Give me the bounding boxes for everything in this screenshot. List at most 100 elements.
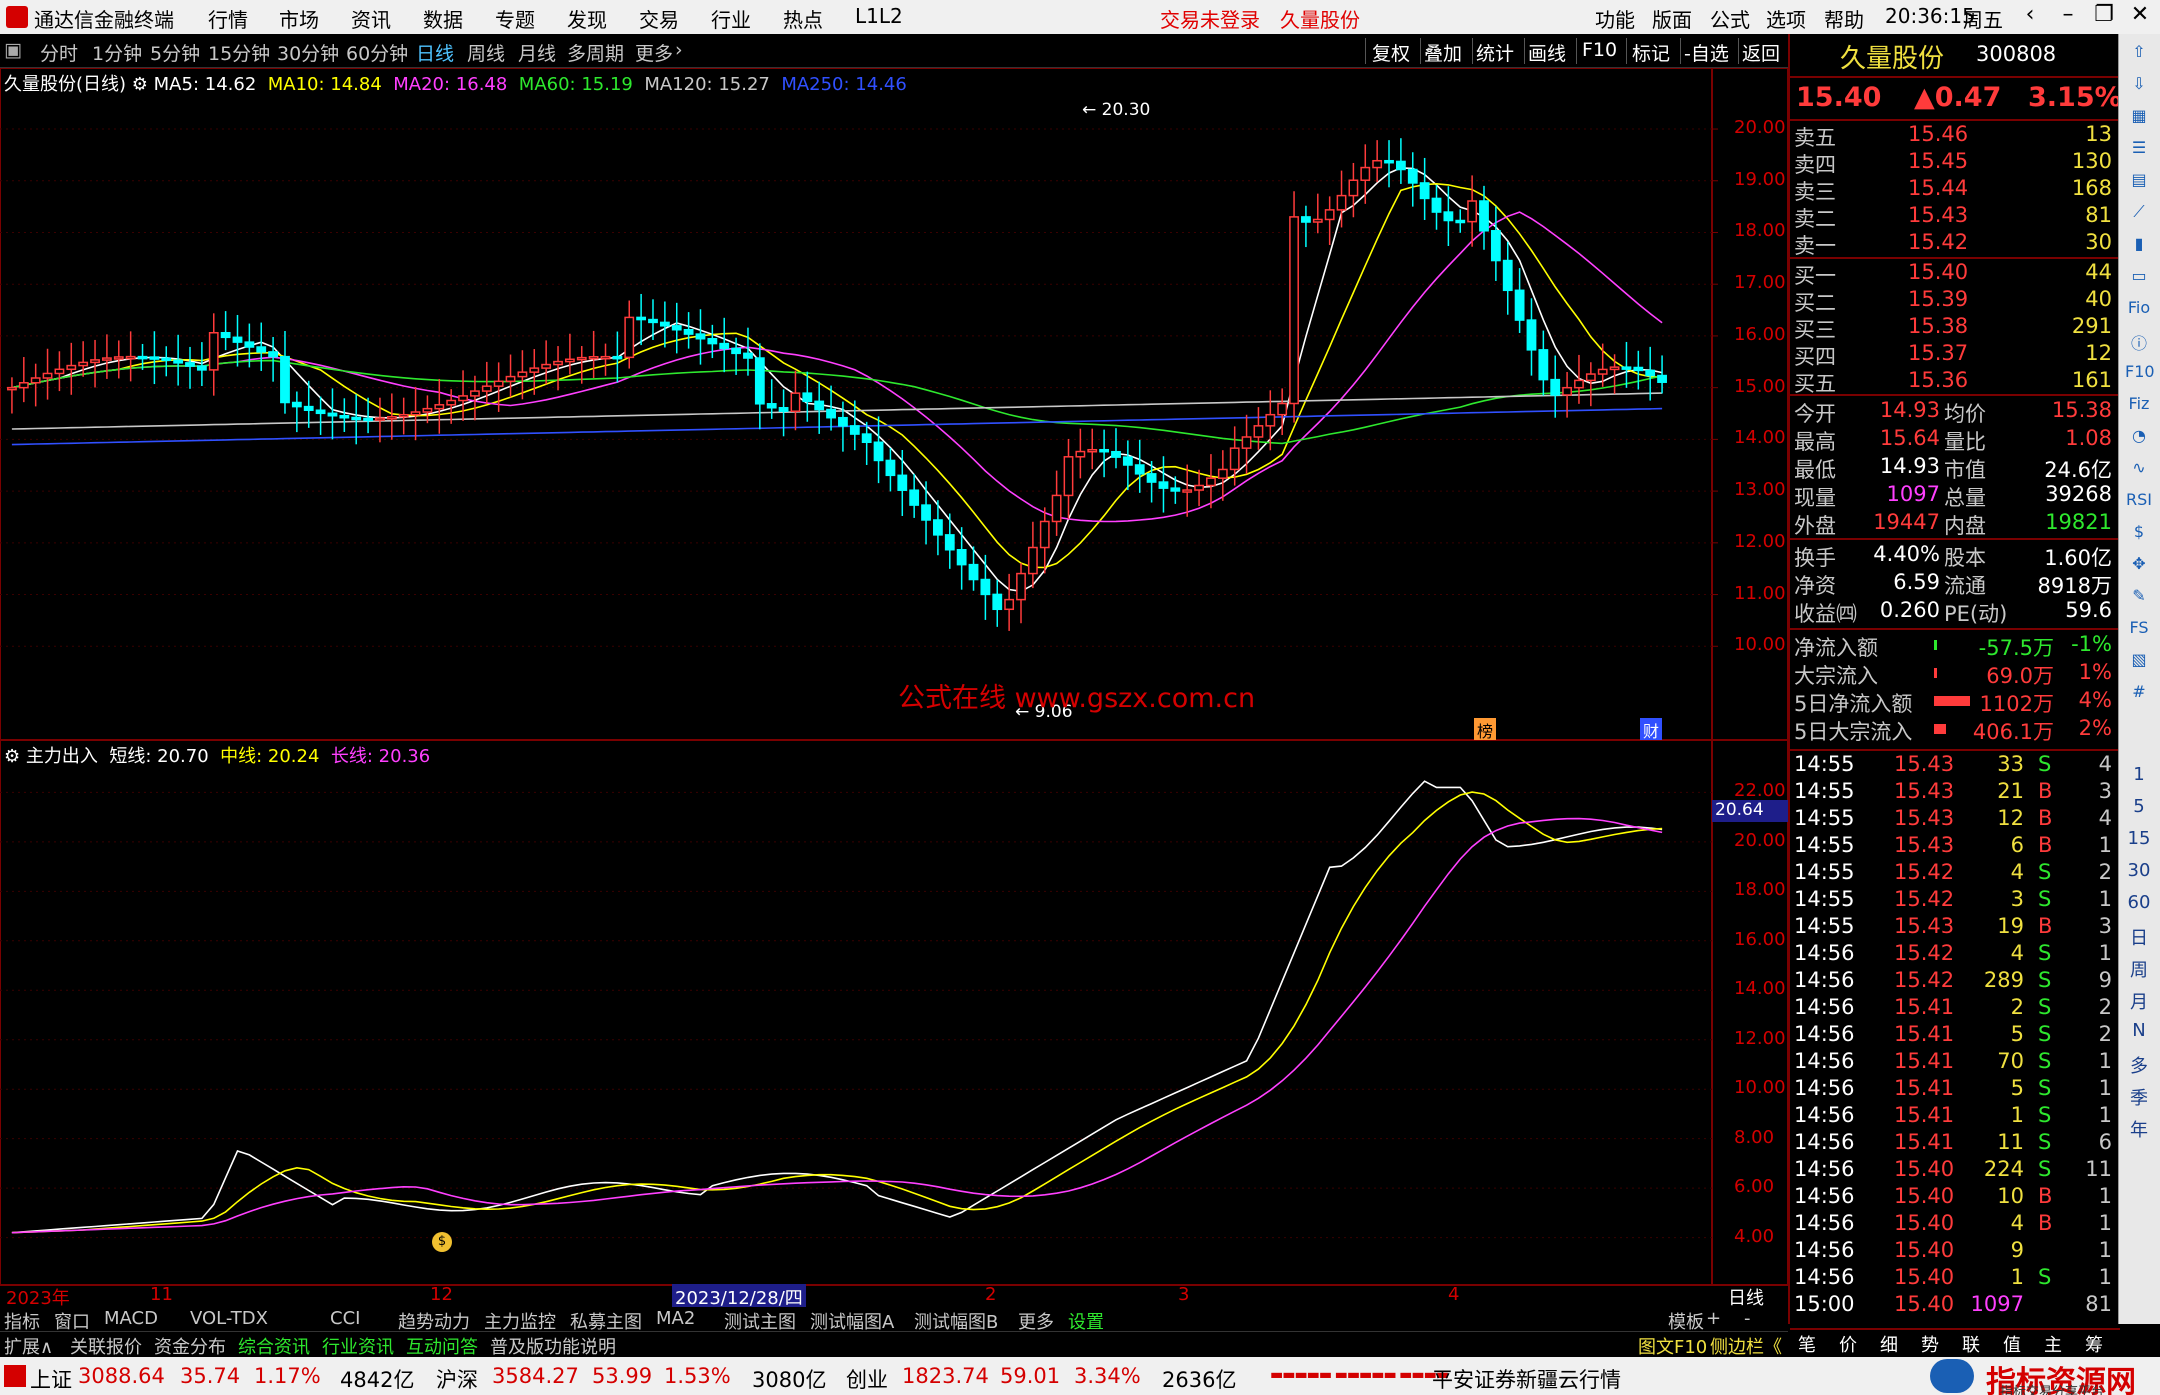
kline-chart[interactable]: [0, 68, 1788, 740]
period-weekly[interactable]: 周线: [467, 39, 505, 66]
menu-xuanxiang[interactable]: 选项: [1766, 4, 1806, 33]
tick-tab-7[interactable]: 筹: [2085, 1331, 2103, 1357]
menu-gongneng[interactable]: 功能: [1595, 4, 1635, 33]
period-15min[interactable]: 15分钟: [208, 39, 270, 66]
side-period-9[interactable]: N: [2125, 1020, 2153, 1044]
bid-row[interactable]: 买三 15.38 291: [1794, 314, 2116, 342]
tool-biaoji[interactable]: 标记: [1632, 39, 1670, 66]
period-daily[interactable]: 日线: [416, 39, 454, 66]
bid-row[interactable]: 买二 15.39 40: [1794, 287, 2116, 315]
money-bag-icon[interactable]: $: [432, 1232, 452, 1252]
menu-gongshi[interactable]: 公式: [1710, 4, 1750, 33]
fs-icon[interactable]: FS: [2125, 618, 2153, 642]
menu-redian[interactable]: 热点: [783, 4, 823, 33]
side-period-5[interactable]: 60: [2125, 892, 2153, 916]
side-period-4[interactable]: 30: [2125, 860, 2153, 884]
menu-hangye[interactable]: 行业: [711, 4, 751, 33]
layout-toggle-icon[interactable]: ▣: [4, 39, 22, 61]
marker-cai[interactable]: 财: [1640, 718, 1662, 741]
tick-tab-0[interactable]: 笔: [1798, 1331, 1816, 1357]
tab-right-2[interactable]: -: [1744, 1308, 1751, 1329]
dollar-icon[interactable]: $: [2125, 522, 2153, 546]
pen-icon[interactable]: ✎: [2125, 586, 2153, 610]
f10-text-tab[interactable]: 图文F10: [1638, 1333, 1707, 1359]
period-fenshi[interactable]: 分时: [40, 39, 78, 66]
side-period-3[interactable]: 15: [2125, 828, 2153, 852]
tick-tab-4[interactable]: 联: [1962, 1331, 1980, 1357]
tick-tab-6[interactable]: 主: [2044, 1331, 2062, 1357]
tick-tab-1[interactable]: 价: [1839, 1331, 1857, 1357]
chart-icon[interactable]: ▧: [2125, 650, 2153, 674]
book-icon[interactable]: ▭: [2125, 266, 2153, 290]
table-icon[interactable]: ▤: [2125, 170, 2153, 194]
ask-row[interactable]: 卖五 15.46 13: [1794, 122, 2116, 150]
ext-tab-4[interactable]: 行业资讯: [322, 1333, 394, 1359]
bid-row[interactable]: 买一 15.40 44: [1794, 260, 2116, 288]
menu-shuju[interactable]: 数据: [423, 4, 463, 33]
period-1min[interactable]: 1分钟: [92, 39, 142, 66]
side-period-8[interactable]: 月: [2125, 988, 2153, 1013]
kline-pane[interactable]: 久量股份(日线) ⚙ MA5: 14.62 MA10: 14.84 MA20: …: [0, 68, 1788, 741]
period-30min[interactable]: 30分钟: [277, 39, 339, 66]
fiz-icon[interactable]: Fiz: [2125, 394, 2153, 418]
sidebar-toggle[interactable]: 侧边栏《: [1710, 1333, 1782, 1359]
bid-row[interactable]: 买五 15.36 161: [1794, 368, 2116, 396]
period-multi[interactable]: 多周期: [567, 39, 624, 66]
tool-f10[interactable]: F10: [1582, 39, 1617, 61]
side-period-1[interactable]: 1: [2125, 764, 2153, 788]
tick-tab-5[interactable]: 值: [2003, 1331, 2021, 1357]
menu-faxian[interactable]: 发现: [567, 4, 607, 33]
ext-tab-0[interactable]: 扩展∧: [4, 1333, 53, 1359]
menu-bangzhu[interactable]: 帮助: [1824, 4, 1864, 33]
tab-2[interactable]: MACD: [104, 1308, 158, 1329]
arrow-down-icon[interactable]: ⇩: [2125, 74, 2153, 98]
tool-fanhui[interactable]: 返回: [1742, 39, 1780, 66]
num-icon[interactable]: #: [2125, 682, 2153, 706]
list-icon[interactable]: ☰: [2125, 138, 2153, 162]
close-icon[interactable]: ✕: [2120, 2, 2160, 32]
period-monthly[interactable]: 月线: [518, 39, 556, 66]
restore-icon[interactable]: ❐: [2084, 2, 2124, 32]
marker-bang[interactable]: 榜: [1474, 718, 1496, 741]
arrow-up-icon[interactable]: ⇧: [2125, 42, 2153, 66]
tab-3[interactable]: VOL-TDX: [190, 1308, 268, 1329]
tick-tab-3[interactable]: 势: [1921, 1331, 1939, 1357]
candle-icon[interactable]: ▮: [2125, 234, 2153, 258]
ask-row[interactable]: 卖三 15.44 168: [1794, 176, 2116, 204]
minimize-icon[interactable]: –: [2048, 2, 2088, 32]
settings-icon[interactable]: ⚙: [132, 74, 148, 95]
wave-icon[interactable]: ∿: [2125, 458, 2153, 482]
period-more[interactable]: 更多: [635, 39, 673, 66]
tool-huaxian[interactable]: 画线: [1528, 39, 1566, 66]
f10-icon[interactable]: F10: [2125, 362, 2155, 386]
grid-icon[interactable]: ▦: [2125, 106, 2153, 130]
side-period-7[interactable]: 周: [2125, 956, 2153, 981]
menu-jiaoyi[interactable]: 交易: [639, 4, 679, 33]
tick-tab-2[interactable]: 细: [1880, 1331, 1898, 1357]
side-period-10[interactable]: 多: [2125, 1052, 2153, 1077]
ask-row[interactable]: 卖四 15.45 130: [1794, 149, 2116, 177]
side-period-2[interactable]: 5: [2125, 796, 2153, 820]
period-60min[interactable]: 60分钟: [346, 39, 408, 66]
settings-icon[interactable]: ⚙: [4, 746, 20, 767]
tool-tongji[interactable]: 统计: [1476, 39, 1514, 66]
tab-4[interactable]: CCI: [330, 1308, 360, 1329]
clock-icon[interactable]: ◔: [2125, 426, 2153, 450]
menu-l1l2[interactable]: L1L2: [855, 4, 903, 28]
line-chart-icon[interactable]: ⟋: [2125, 202, 2153, 226]
ext-tab-2[interactable]: 资金分布: [154, 1333, 226, 1359]
sz-name[interactable]: 沪深: [436, 1364, 478, 1394]
menu-zixun[interactable]: 资讯: [351, 4, 391, 33]
ask-row[interactable]: 卖一 15.42 30: [1794, 230, 2116, 258]
sh-name[interactable]: 上证: [30, 1364, 72, 1394]
side-period-6[interactable]: 日: [2125, 924, 2153, 949]
back-icon[interactable]: ‹: [2010, 2, 2050, 32]
rsi-icon[interactable]: RSI: [2125, 490, 2153, 514]
menu-zhuanti[interactable]: 专题: [495, 4, 535, 33]
tab-right-1[interactable]: +: [1706, 1308, 1721, 1329]
menu-shichang[interactable]: 市场: [279, 4, 319, 33]
ext-tab-6[interactable]: 普及版功能说明: [490, 1333, 616, 1359]
chevron-right-icon[interactable]: ›: [675, 39, 683, 61]
menu-hangqing[interactable]: 行情: [208, 4, 248, 33]
tool-diejia[interactable]: 叠加: [1424, 39, 1462, 66]
